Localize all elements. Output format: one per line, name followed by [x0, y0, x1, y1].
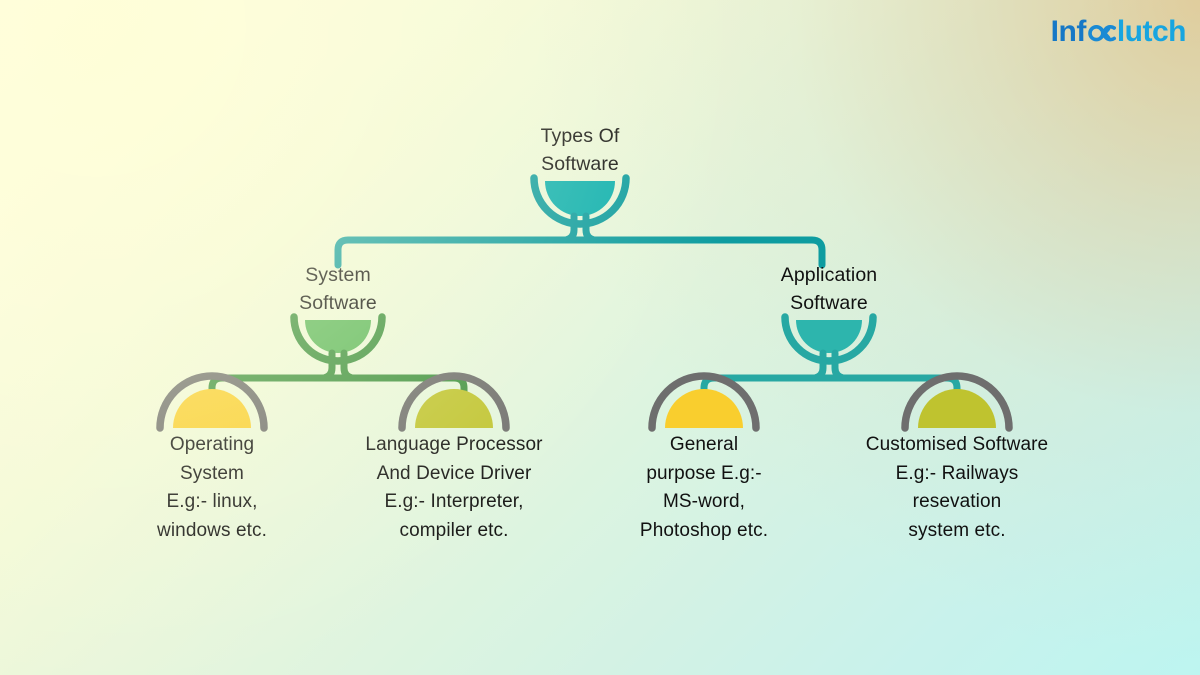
node-label-system-software: System Software	[299, 264, 377, 314]
leaf-label-general-purpose: General purpose E.g:- MS-word, Photoshop…	[639, 434, 769, 541]
diagram-label-layer: Types Of Software System Software Applic…	[0, 0, 1200, 675]
leaf-label-operating-system: Operating System E.g:- linux, windows et…	[157, 434, 267, 541]
node-label-application-software: Application Software	[780, 264, 878, 314]
leaf-label-customised-software: Customised Software E.g:- Railways resev…	[865, 434, 1049, 541]
leaf-label-language-processor: Language Processor And Device Driver E.g…	[365, 434, 543, 541]
diagram-canvas: Inf lutch Types Of Software System Softw…	[0, 0, 1200, 675]
node-label-types-of-software: Types Of Software	[540, 125, 620, 175]
